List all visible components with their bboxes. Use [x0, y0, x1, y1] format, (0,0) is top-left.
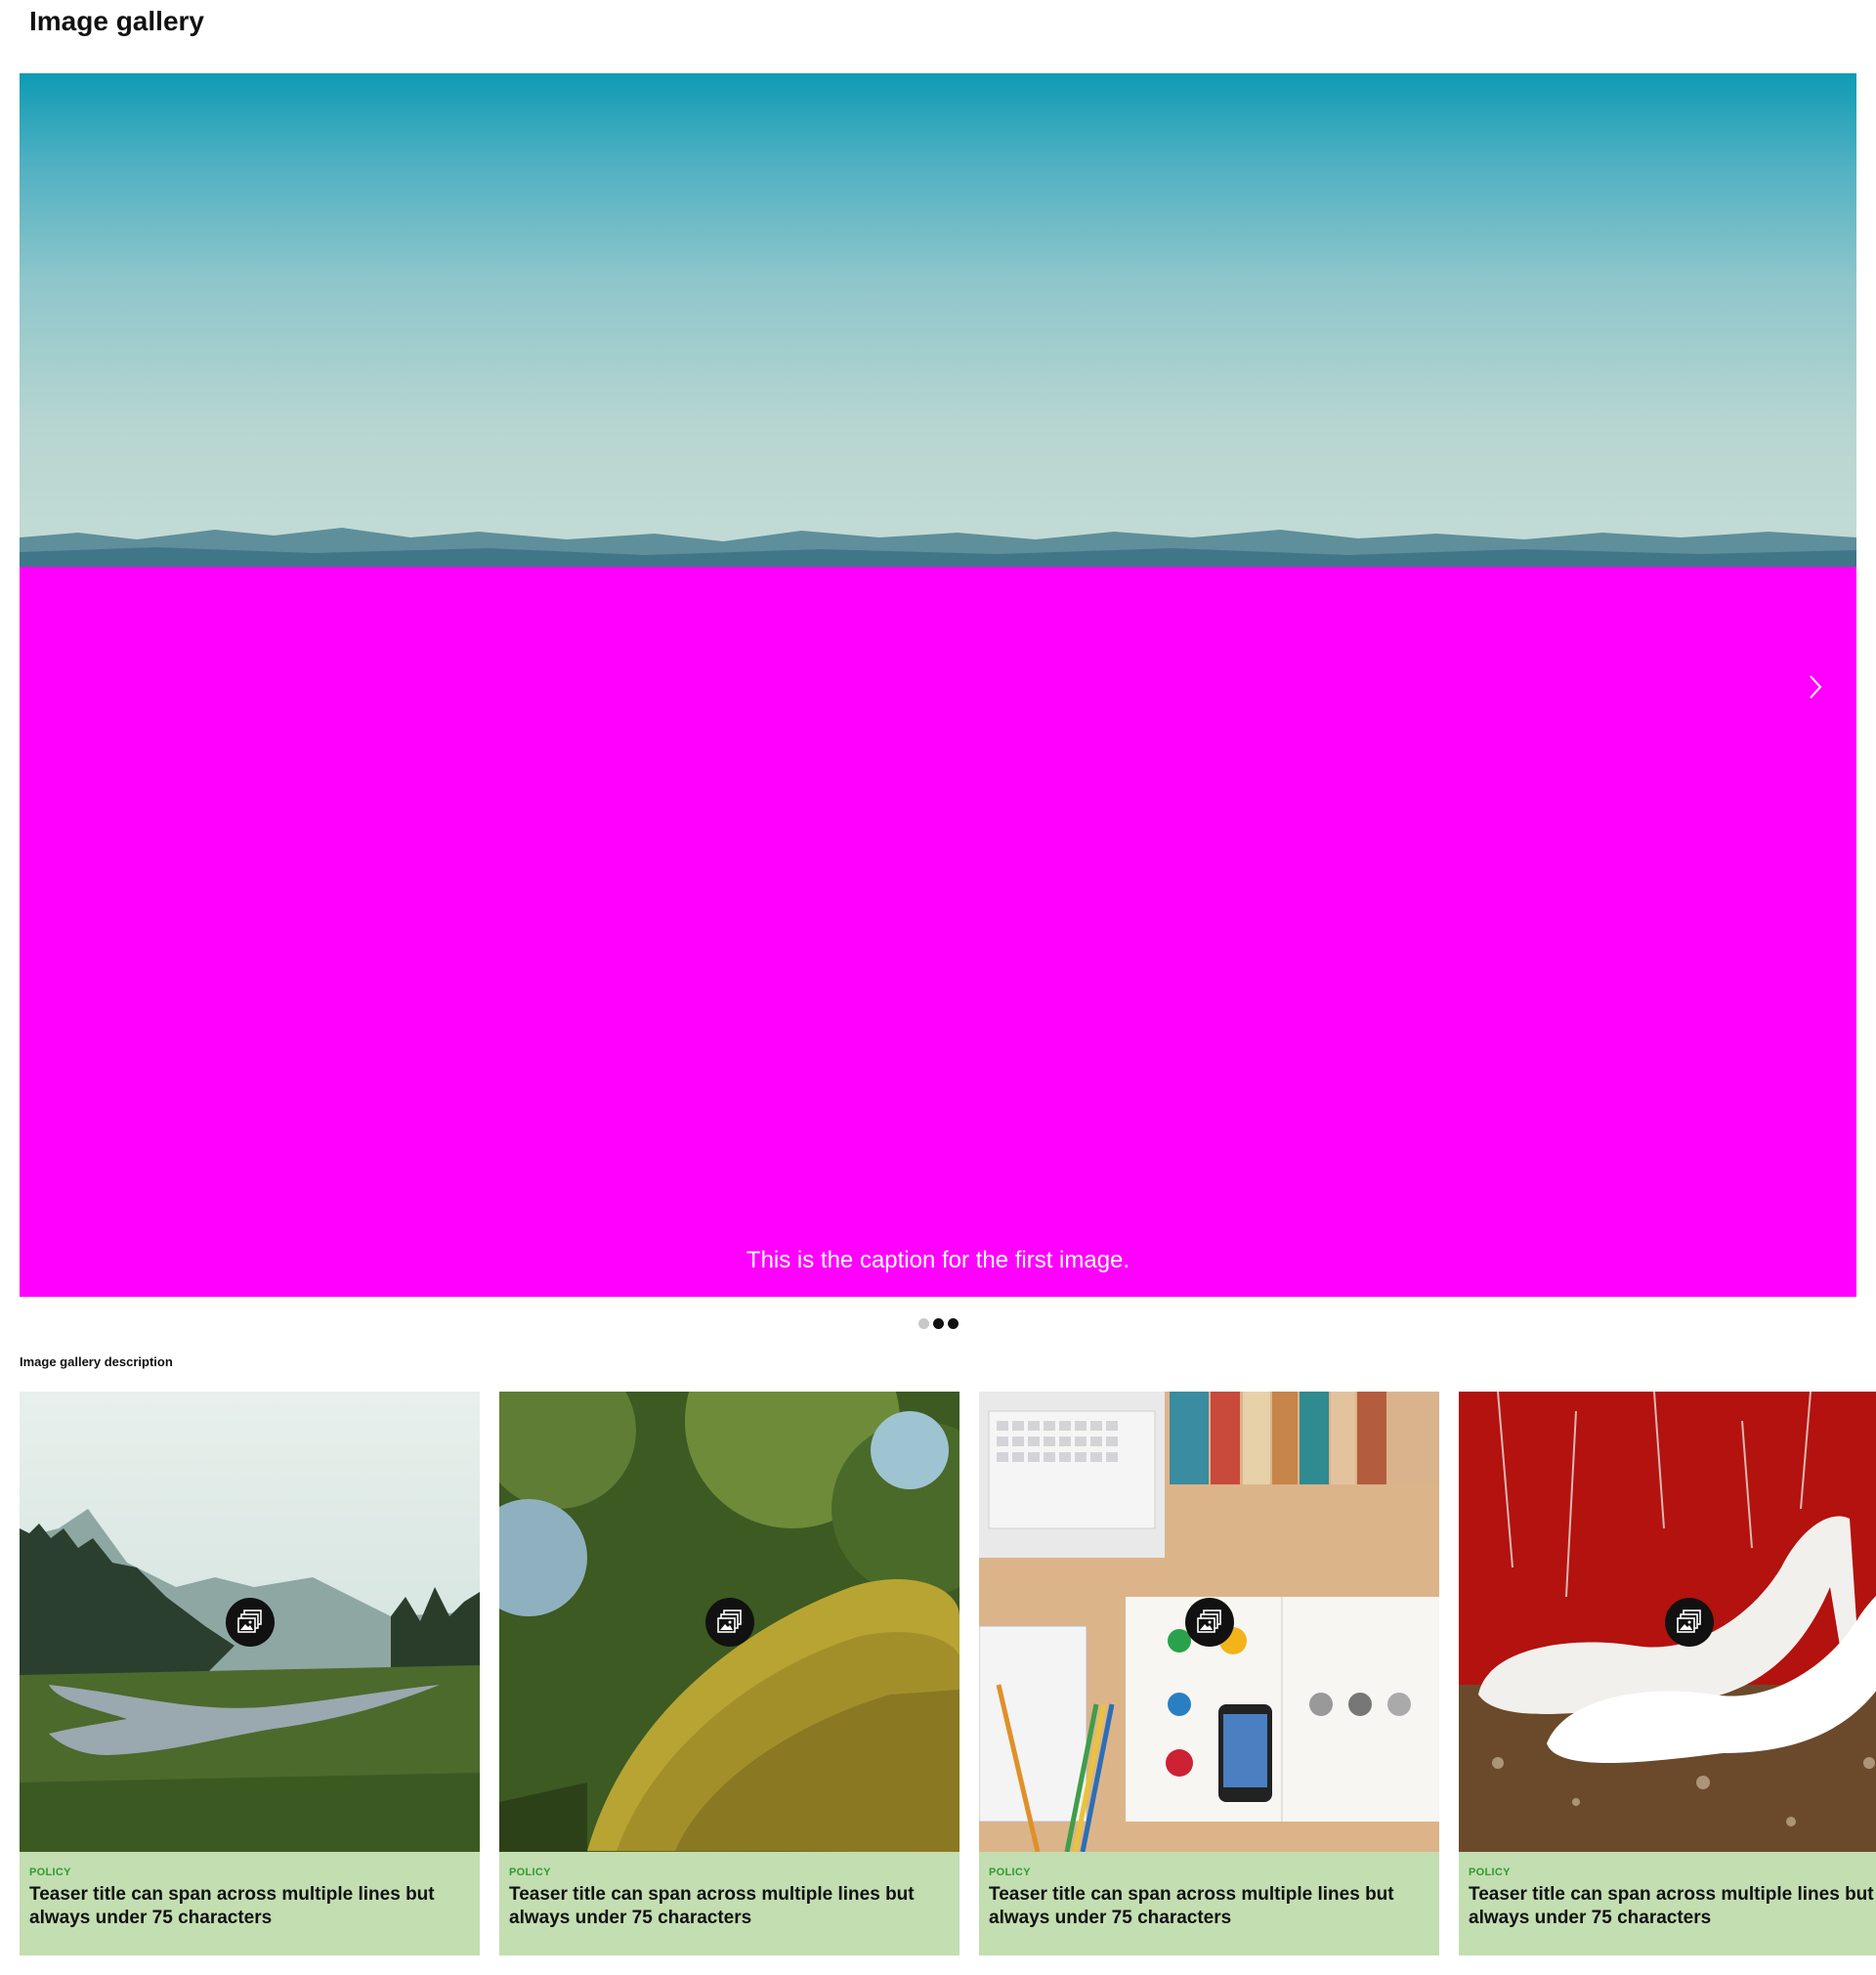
- page: Image gallery This is the caption for th…: [0, 0, 1876, 1975]
- carousel-pagination: [918, 1318, 959, 1329]
- pagination-dot-2[interactable]: [933, 1318, 944, 1329]
- card-title[interactable]: Teaser title can span across multiple li…: [989, 1883, 1439, 1930]
- carousel-slide[interactable]: This is the caption for the first image.: [20, 73, 1856, 1297]
- mossy-tree-photo: [499, 1392, 959, 1852]
- chevron-right-icon: [1810, 675, 1822, 699]
- desk-workspace-photo: [979, 1392, 1439, 1852]
- pagination-dot-1[interactable]: [918, 1318, 929, 1329]
- pagination-dot-3[interactable]: [948, 1318, 959, 1329]
- white-shoes-photo: [1459, 1392, 1876, 1852]
- image-gallery-icon: [1185, 1598, 1234, 1647]
- card-title[interactable]: Teaser title can span across multiple li…: [1469, 1883, 1876, 1930]
- teaser-list: POLICY Teaser title can span across mult…: [0, 1392, 1876, 1958]
- slide-image-overlay: [20, 567, 1856, 1297]
- slide-image-sky: [20, 73, 1856, 572]
- card-category: POLICY: [509, 1867, 551, 1878]
- card-category: POLICY: [29, 1867, 71, 1878]
- teaser-card[interactable]: POLICY Teaser title can span across mult…: [20, 1392, 480, 1955]
- next-slide-button[interactable]: [1796, 667, 1835, 707]
- page-title: Image gallery: [29, 6, 204, 36]
- teaser-card[interactable]: POLICY Teaser title can span across mult…: [1459, 1392, 1876, 1955]
- card-title[interactable]: Teaser title can span across multiple li…: [29, 1883, 480, 1930]
- gallery-description: Image gallery description: [20, 1354, 173, 1369]
- teaser-card[interactable]: POLICY Teaser title can span across mult…: [499, 1392, 959, 1955]
- slide-caption: This is the caption for the first image.: [746, 1247, 1130, 1273]
- image-gallery-icon: [226, 1598, 275, 1647]
- teaser-card[interactable]: POLICY Teaser title can span across mult…: [979, 1392, 1439, 1955]
- card-category: POLICY: [989, 1867, 1031, 1878]
- card-title[interactable]: Teaser title can span across multiple li…: [509, 1883, 959, 1930]
- card-category: POLICY: [1469, 1867, 1511, 1878]
- image-gallery-icon: [705, 1598, 754, 1647]
- forest-river-photo: [20, 1392, 480, 1852]
- image-gallery-icon: [1665, 1598, 1714, 1647]
